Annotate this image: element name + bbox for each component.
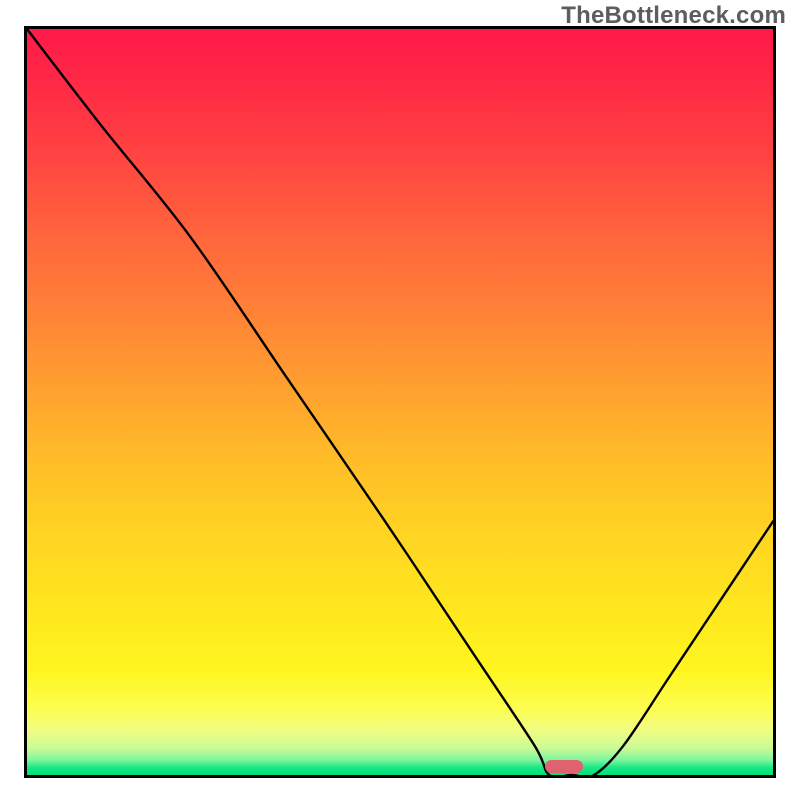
chart-frame: TheBottleneck.com: [0, 0, 800, 800]
plot-area: [24, 26, 776, 778]
minimum-marker: [545, 760, 583, 773]
bottleneck-curve: [27, 29, 773, 775]
